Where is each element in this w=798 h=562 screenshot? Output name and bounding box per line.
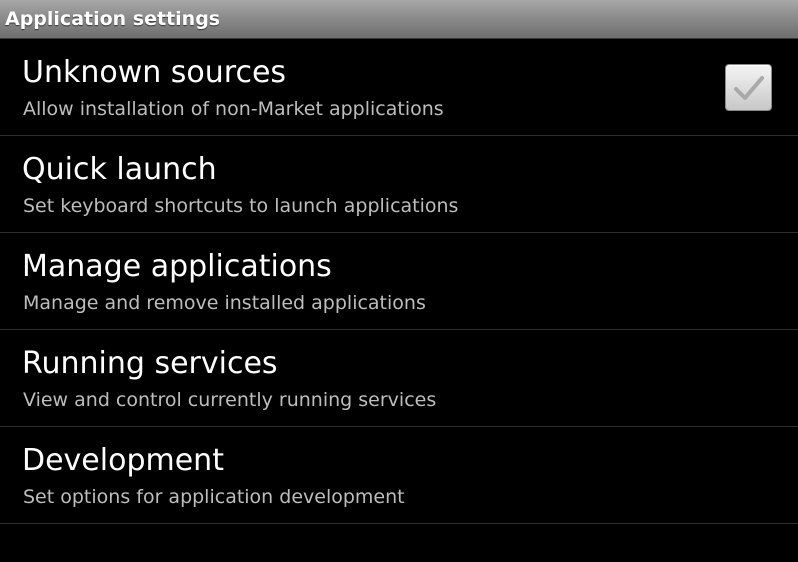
pref-title: Manage applications xyxy=(22,249,332,284)
pref-title: Unknown sources xyxy=(22,55,287,90)
pref-title: Quick launch xyxy=(22,152,217,187)
checkmark-icon xyxy=(734,76,764,100)
title-bar: Application settings xyxy=(0,0,798,39)
pref-summary: Allow installation of non-Market applica… xyxy=(23,98,444,120)
pref-summary: View and control currently running servi… xyxy=(23,389,437,411)
pref-item-unknown-sources[interactable]: Unknown sources Allow installation of no… xyxy=(0,39,798,136)
pref-item-running-services[interactable]: Running services View and control curren… xyxy=(0,330,798,427)
pref-title: Development xyxy=(22,443,224,478)
pref-item-development[interactable]: Development Set options for application … xyxy=(0,427,798,524)
page-title: Application settings xyxy=(5,8,221,30)
pref-summary: Manage and remove installed applications xyxy=(23,292,426,314)
pref-title: Running services xyxy=(22,346,278,381)
unknown-sources-checkbox[interactable] xyxy=(725,64,772,111)
settings-list: Unknown sources Allow installation of no… xyxy=(0,39,798,524)
pref-summary: Set keyboard shortcuts to launch applica… xyxy=(23,195,459,217)
pref-item-quick-launch[interactable]: Quick launch Set keyboard shortcuts to l… xyxy=(0,136,798,233)
pref-summary: Set options for application development xyxy=(23,486,405,508)
pref-item-manage-applications[interactable]: Manage applications Manage and remove in… xyxy=(0,233,798,330)
